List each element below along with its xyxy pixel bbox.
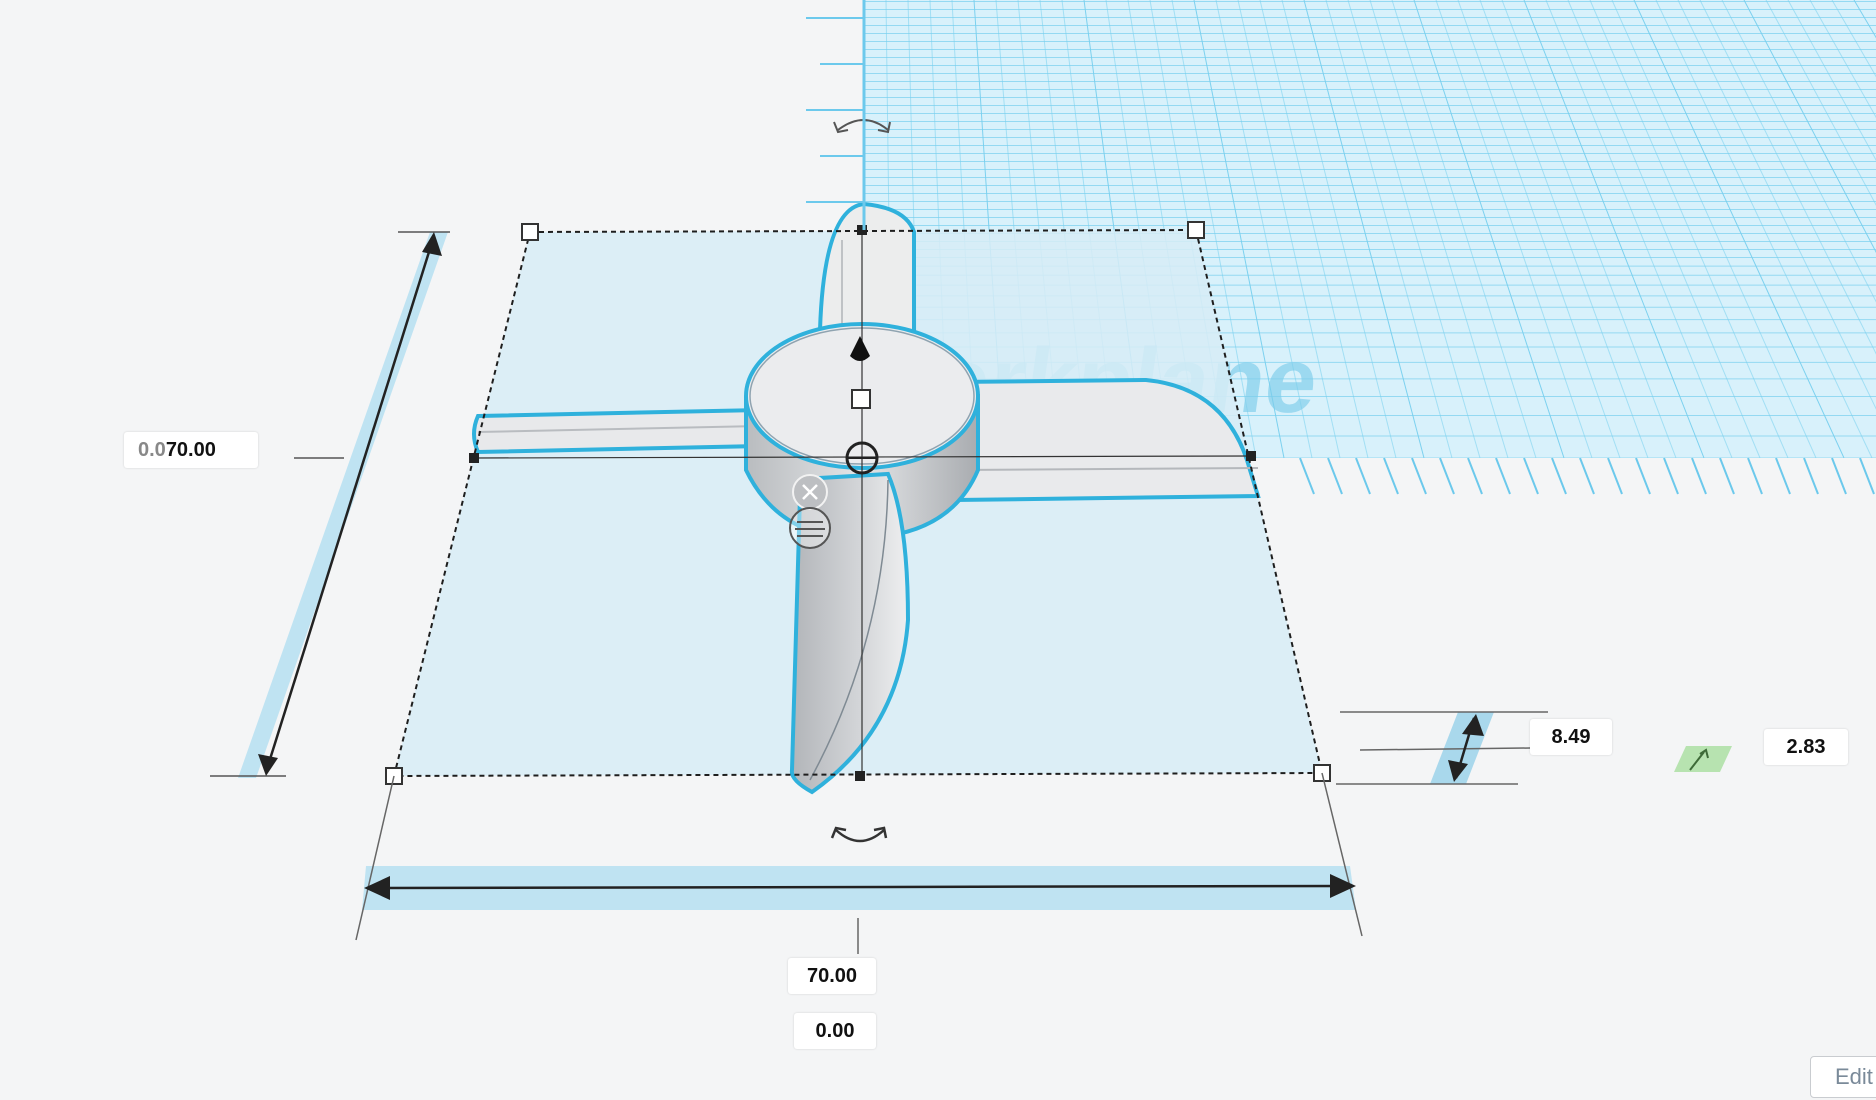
scale-handle-back-right[interactable]	[1187, 221, 1205, 239]
offset-value: 2.83	[1786, 735, 1826, 758]
edge-handle-right[interactable]	[1246, 451, 1256, 461]
rotate-arrow-bottom-icon[interactable]	[830, 826, 888, 843]
height-box-handle[interactable]	[851, 389, 871, 409]
ruler-tick	[1299, 457, 1315, 495]
ruler-tick	[1327, 457, 1343, 495]
edit-grid-button[interactable]: Edit	[1810, 1056, 1876, 1098]
lift-offset-marker[interactable]	[1674, 746, 1732, 772]
edge-handle-left[interactable]	[469, 453, 479, 463]
ruler-tick	[1859, 457, 1875, 495]
3d-viewport[interactable]: Workplane	[0, 0, 1876, 1100]
offset-dimension-input[interactable]: 2.83	[1764, 729, 1848, 765]
height-value: 8.49	[1551, 725, 1591, 748]
ruler-tick	[1747, 457, 1763, 495]
ruler-tick	[1467, 457, 1483, 495]
ruler-tick	[1439, 457, 1455, 495]
hide-x-icon[interactable]	[792, 474, 828, 510]
ruler-tick	[1803, 457, 1819, 495]
edit-grid-label: Edit	[1835, 1064, 1873, 1089]
height-dimension-input[interactable]: 8.49	[1530, 719, 1612, 755]
ruler-tick	[1719, 457, 1735, 495]
ruler-tick	[1691, 457, 1707, 495]
width-dimension-input[interactable]: 70.00	[788, 958, 876, 994]
ruler-tick	[1523, 457, 1539, 495]
scale-handle-back-left[interactable]	[521, 223, 539, 241]
ruler-tick	[1831, 457, 1847, 495]
edge-handle-front[interactable]	[855, 771, 865, 781]
width-value: 70.00	[806, 964, 858, 987]
ruler-tick	[1579, 457, 1595, 495]
elevation-value: 0.00	[815, 1019, 855, 1042]
length-value: 70.00	[165, 438, 216, 461]
width-dimension-guide	[355, 772, 1363, 954]
ruler-tick	[1355, 457, 1371, 495]
length-ghost-value: 0.0	[138, 438, 166, 461]
ruler-tick	[1383, 457, 1399, 495]
ruler-tick	[1551, 457, 1567, 495]
menu-lines-icon[interactable]	[789, 507, 831, 549]
length-dimension-input[interactable]: 0.0 70.00	[124, 432, 258, 468]
ruler-tick	[1607, 457, 1623, 495]
fan-blade-left[interactable]	[472, 407, 762, 455]
ruler-tick	[1775, 457, 1791, 495]
ruler-tick	[1411, 457, 1427, 495]
height-dimension-guide	[1336, 711, 1548, 785]
elevation-dimension-input[interactable]: 0.00	[794, 1013, 876, 1049]
ruler-tick	[1635, 457, 1651, 495]
ruler-tick	[1663, 457, 1679, 495]
ruler-tick	[1495, 457, 1511, 495]
